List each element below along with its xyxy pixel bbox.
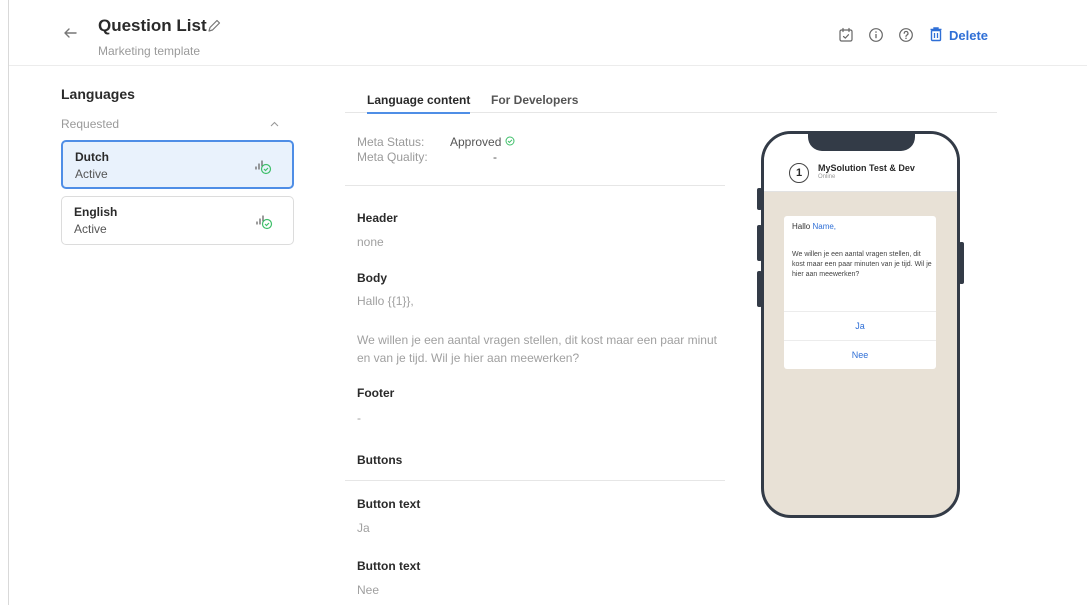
avatar: 1 [789,163,809,183]
meta-status-text: Approved [450,135,502,149]
help-icon[interactable] [898,27,914,43]
message-text: We willen je een aantal vragen stellen, … [792,251,932,278]
tab-for-developers[interactable]: For Developers [491,93,578,112]
body-section-title: Body [357,271,387,285]
chat-status: Online [818,174,836,180]
calendar-icon[interactable] [838,27,854,43]
chevron-up-icon [270,119,279,130]
language-item-dutch[interactable]: Dutch Active [61,140,294,189]
back-arrow-icon[interactable] [62,25,78,41]
delete-button[interactable]: Delete [929,26,988,45]
button-2-value: Nee [357,583,380,597]
button-1-value: Ja [357,521,370,535]
divider [345,480,725,481]
language-item-english[interactable]: English Active [61,196,294,245]
body-line-3: en van je tijd. Wil je hier aan meewerke… [357,351,580,365]
meta-status-label: Meta Status: [357,135,425,149]
divider [345,185,725,186]
app-window: Question List Marketing template Delete … [8,0,1087,605]
meta-quality-label: Meta Quality: [357,150,428,164]
requested-group-toggle[interactable]: Requested [61,117,293,131]
body-line-1: Hallo {{1}}, [357,294,414,308]
language-name: Dutch [75,150,109,164]
quick-reply-button[interactable]: Ja [784,311,936,339]
language-name: English [74,205,118,219]
quick-reply-button[interactable]: Nee [784,340,936,368]
page-title: Question List [98,16,207,35]
greeting-name: Name, [812,222,837,231]
button-2-title: Button text [357,559,421,573]
trash-icon [929,26,943,45]
greeting-text: Hallo [792,222,811,231]
footer-section-value: - [357,411,361,425]
header-section-value: none [357,235,384,249]
whatsapp-preview-phone: 1 MySolution Test & Dev Online Hallo Nam… [761,131,960,518]
language-status: Active [75,167,108,181]
header-section-title: Header [357,211,398,225]
delete-label: Delete [949,28,989,43]
message-bubble: Hallo Name, We willen je een aantal vrag… [784,216,936,369]
language-status: Active [74,222,107,236]
check-circle-icon [505,135,515,149]
info-icon[interactable] [868,27,884,43]
requested-label: Requested [61,117,120,131]
body-line-2: We willen je een aantal vragen stellen, … [357,333,717,347]
page-subtitle: Marketing template [98,44,201,58]
footer-section-title: Footer [357,386,395,400]
content-tabs: Language content For Developers [345,93,997,114]
page-header: Question List Marketing template Delete [9,0,1087,66]
pencil-icon[interactable] [206,18,222,34]
approved-signal-icon [255,212,273,230]
approved-signal-icon [254,157,272,175]
buttons-section-title: Buttons [357,453,403,467]
tab-language-content[interactable]: Language content [367,93,471,114]
message-greeting: Hallo Name, [792,222,836,231]
chat-name: MySolution Test & Dev [818,163,915,173]
meta-status-value: Approved [450,135,515,149]
phone-notch [808,134,915,151]
button-1-title: Button text [357,497,421,511]
meta-quality-value: - [493,150,497,164]
languages-heading: Languages [61,86,135,102]
